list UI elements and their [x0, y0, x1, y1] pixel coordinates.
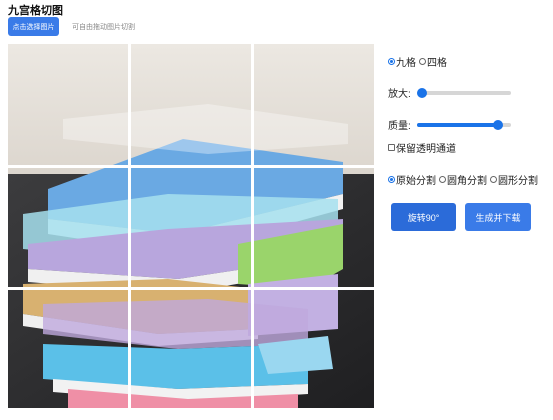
zoom-control: 放大: — [388, 85, 511, 100]
alpha-label: 保留透明通道 — [396, 144, 456, 155]
photo-image — [8, 44, 374, 408]
grid-type-selector: 九格 四格 — [388, 54, 450, 69]
split-mode-selector: 原始分割 圆角分割 圆形分割 — [388, 172, 541, 187]
split-original-radio[interactable] — [388, 176, 395, 183]
zoom-slider[interactable] — [416, 87, 511, 98]
generate-download-button[interactable]: 生成并下载 — [465, 203, 531, 231]
control-panel: 九格 四格 放大: 质量: 保留透明通道 原始分割 圆角分割 圆形分割 旋转90… — [388, 0, 548, 420]
split-original-label: 原始分割 — [396, 176, 436, 187]
zoom-label: 放大: — [388, 89, 411, 100]
grid-line-horizontal-2 — [8, 287, 374, 290]
grid-nine-radio[interactable] — [388, 58, 395, 65]
grid-four-radio[interactable] — [419, 58, 426, 65]
rotate-button[interactable]: 旋转90° — [391, 203, 456, 231]
split-circle-label: 圆形分割 — [498, 176, 538, 187]
split-rounded-radio[interactable] — [439, 176, 446, 183]
grid-line-vertical-2 — [251, 44, 254, 408]
grid-line-vertical-1 — [128, 44, 131, 408]
alpha-option: 保留透明通道 — [388, 140, 456, 155]
quality-slider-fill — [416, 122, 498, 127]
alpha-checkbox[interactable] — [388, 144, 395, 151]
page-title: 九宫格切图 — [8, 5, 63, 17]
grid-four-label: 四格 — [427, 58, 447, 69]
drag-hint: 可自由拖动图片切割 — [72, 24, 135, 31]
quality-slider[interactable] — [416, 119, 511, 130]
quality-label: 质量: — [388, 121, 411, 132]
split-rounded-label: 圆角分割 — [447, 176, 487, 187]
grid-line-horizontal-1 — [8, 165, 374, 168]
split-circle-radio[interactable] — [490, 176, 497, 183]
zoom-slider-thumb[interactable] — [416, 87, 427, 98]
quality-control: 质量: — [388, 117, 511, 132]
select-image-button[interactable]: 点击选择图片 — [8, 17, 59, 36]
quality-slider-thumb[interactable] — [492, 119, 503, 130]
grid-nine-label: 九格 — [396, 58, 416, 69]
image-canvas[interactable] — [8, 44, 374, 408]
